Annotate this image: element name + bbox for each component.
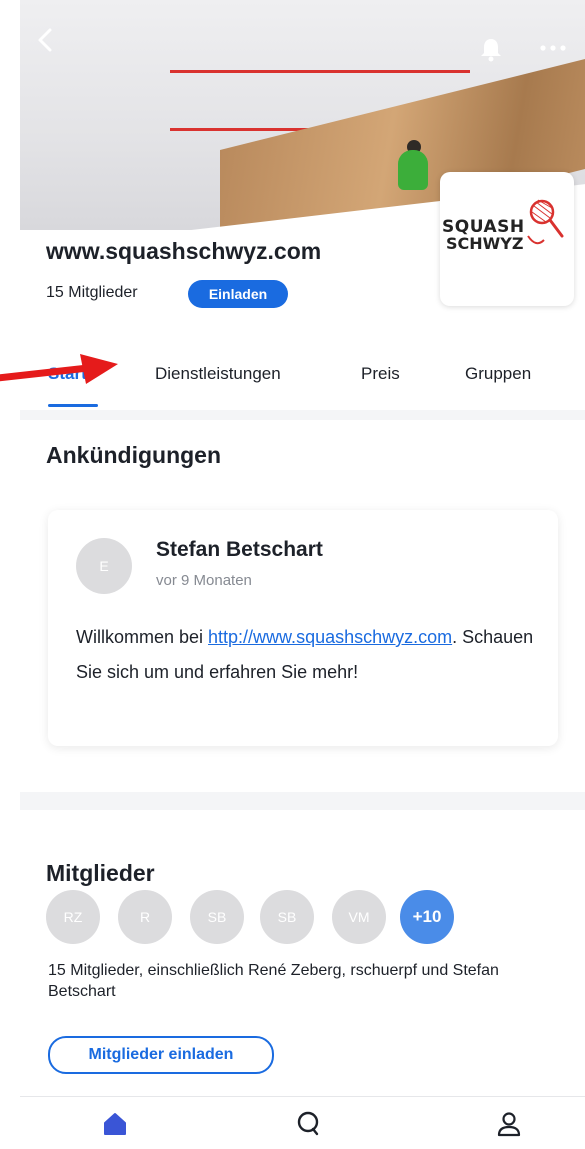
tab-preis[interactable]: Preis [361, 364, 400, 384]
member-avatar[interactable]: SB [260, 890, 314, 944]
bell-icon[interactable] [478, 36, 504, 62]
invite-button[interactable]: Einladen [188, 280, 288, 308]
announcement-time: vor 9 Monaten [156, 572, 252, 589]
member-avatar[interactable]: R [118, 890, 172, 944]
more-dots-icon[interactable] [538, 40, 568, 56]
announcement-text-before: Willkommen bei [76, 627, 209, 647]
racket-icon [527, 199, 564, 245]
search-icon[interactable] [294, 1109, 324, 1139]
back-chevron-icon[interactable] [32, 26, 60, 54]
bottom-navigation [20, 1096, 585, 1149]
announcements-section: Ankündigungen E Stefan Betschart vor 9 M… [20, 420, 585, 792]
member-avatar[interactable]: VM [332, 890, 386, 944]
announcements-title: Ankündigungen [46, 442, 222, 468]
announcement-author: Stefan Betschart [156, 538, 323, 561]
members-title: Mitglieder [46, 860, 155, 886]
invite-members-button[interactable]: Mitglieder einladen [48, 1036, 274, 1074]
app-screen: www.squashschwyz.com 15 Mitglieder Einla… [20, 0, 585, 1149]
more-members-badge[interactable]: +10 [400, 890, 454, 944]
members-count: 15 Mitglieder [46, 284, 138, 301]
org-title: www.squashschwyz.com [46, 238, 322, 264]
announcement-card[interactable]: E Stefan Betschart vor 9 Monaten Willkom… [48, 510, 558, 746]
org-logo: SQUASH SCHWYZ [440, 172, 574, 306]
logo-line-2: SCHWYZ [446, 234, 524, 253]
home-icon[interactable] [100, 1109, 130, 1139]
member-avatar[interactable]: RZ [46, 890, 100, 944]
annotation-arrow [0, 354, 118, 384]
author-avatar: E [76, 538, 132, 594]
members-description: 15 Mitglieder, einschließlich René Zeber… [48, 962, 499, 1000]
court-line [170, 70, 470, 73]
member-avatar[interactable]: SB [190, 890, 244, 944]
profile-icon[interactable] [494, 1109, 524, 1139]
announcement-link[interactable]: http://www.squashschwyz.com [208, 627, 452, 647]
announcement-text: Willkommen bei http://www.squashschwyz.c… [76, 620, 538, 690]
tab-dienstleistungen[interactable]: Dienstleistungen [155, 364, 281, 384]
members-section: Mitglieder RZ R SB SB VM +10 15 Mitglied… [20, 810, 585, 1096]
active-tab-indicator [48, 404, 98, 407]
tab-gruppen[interactable]: Gruppen [465, 364, 531, 384]
